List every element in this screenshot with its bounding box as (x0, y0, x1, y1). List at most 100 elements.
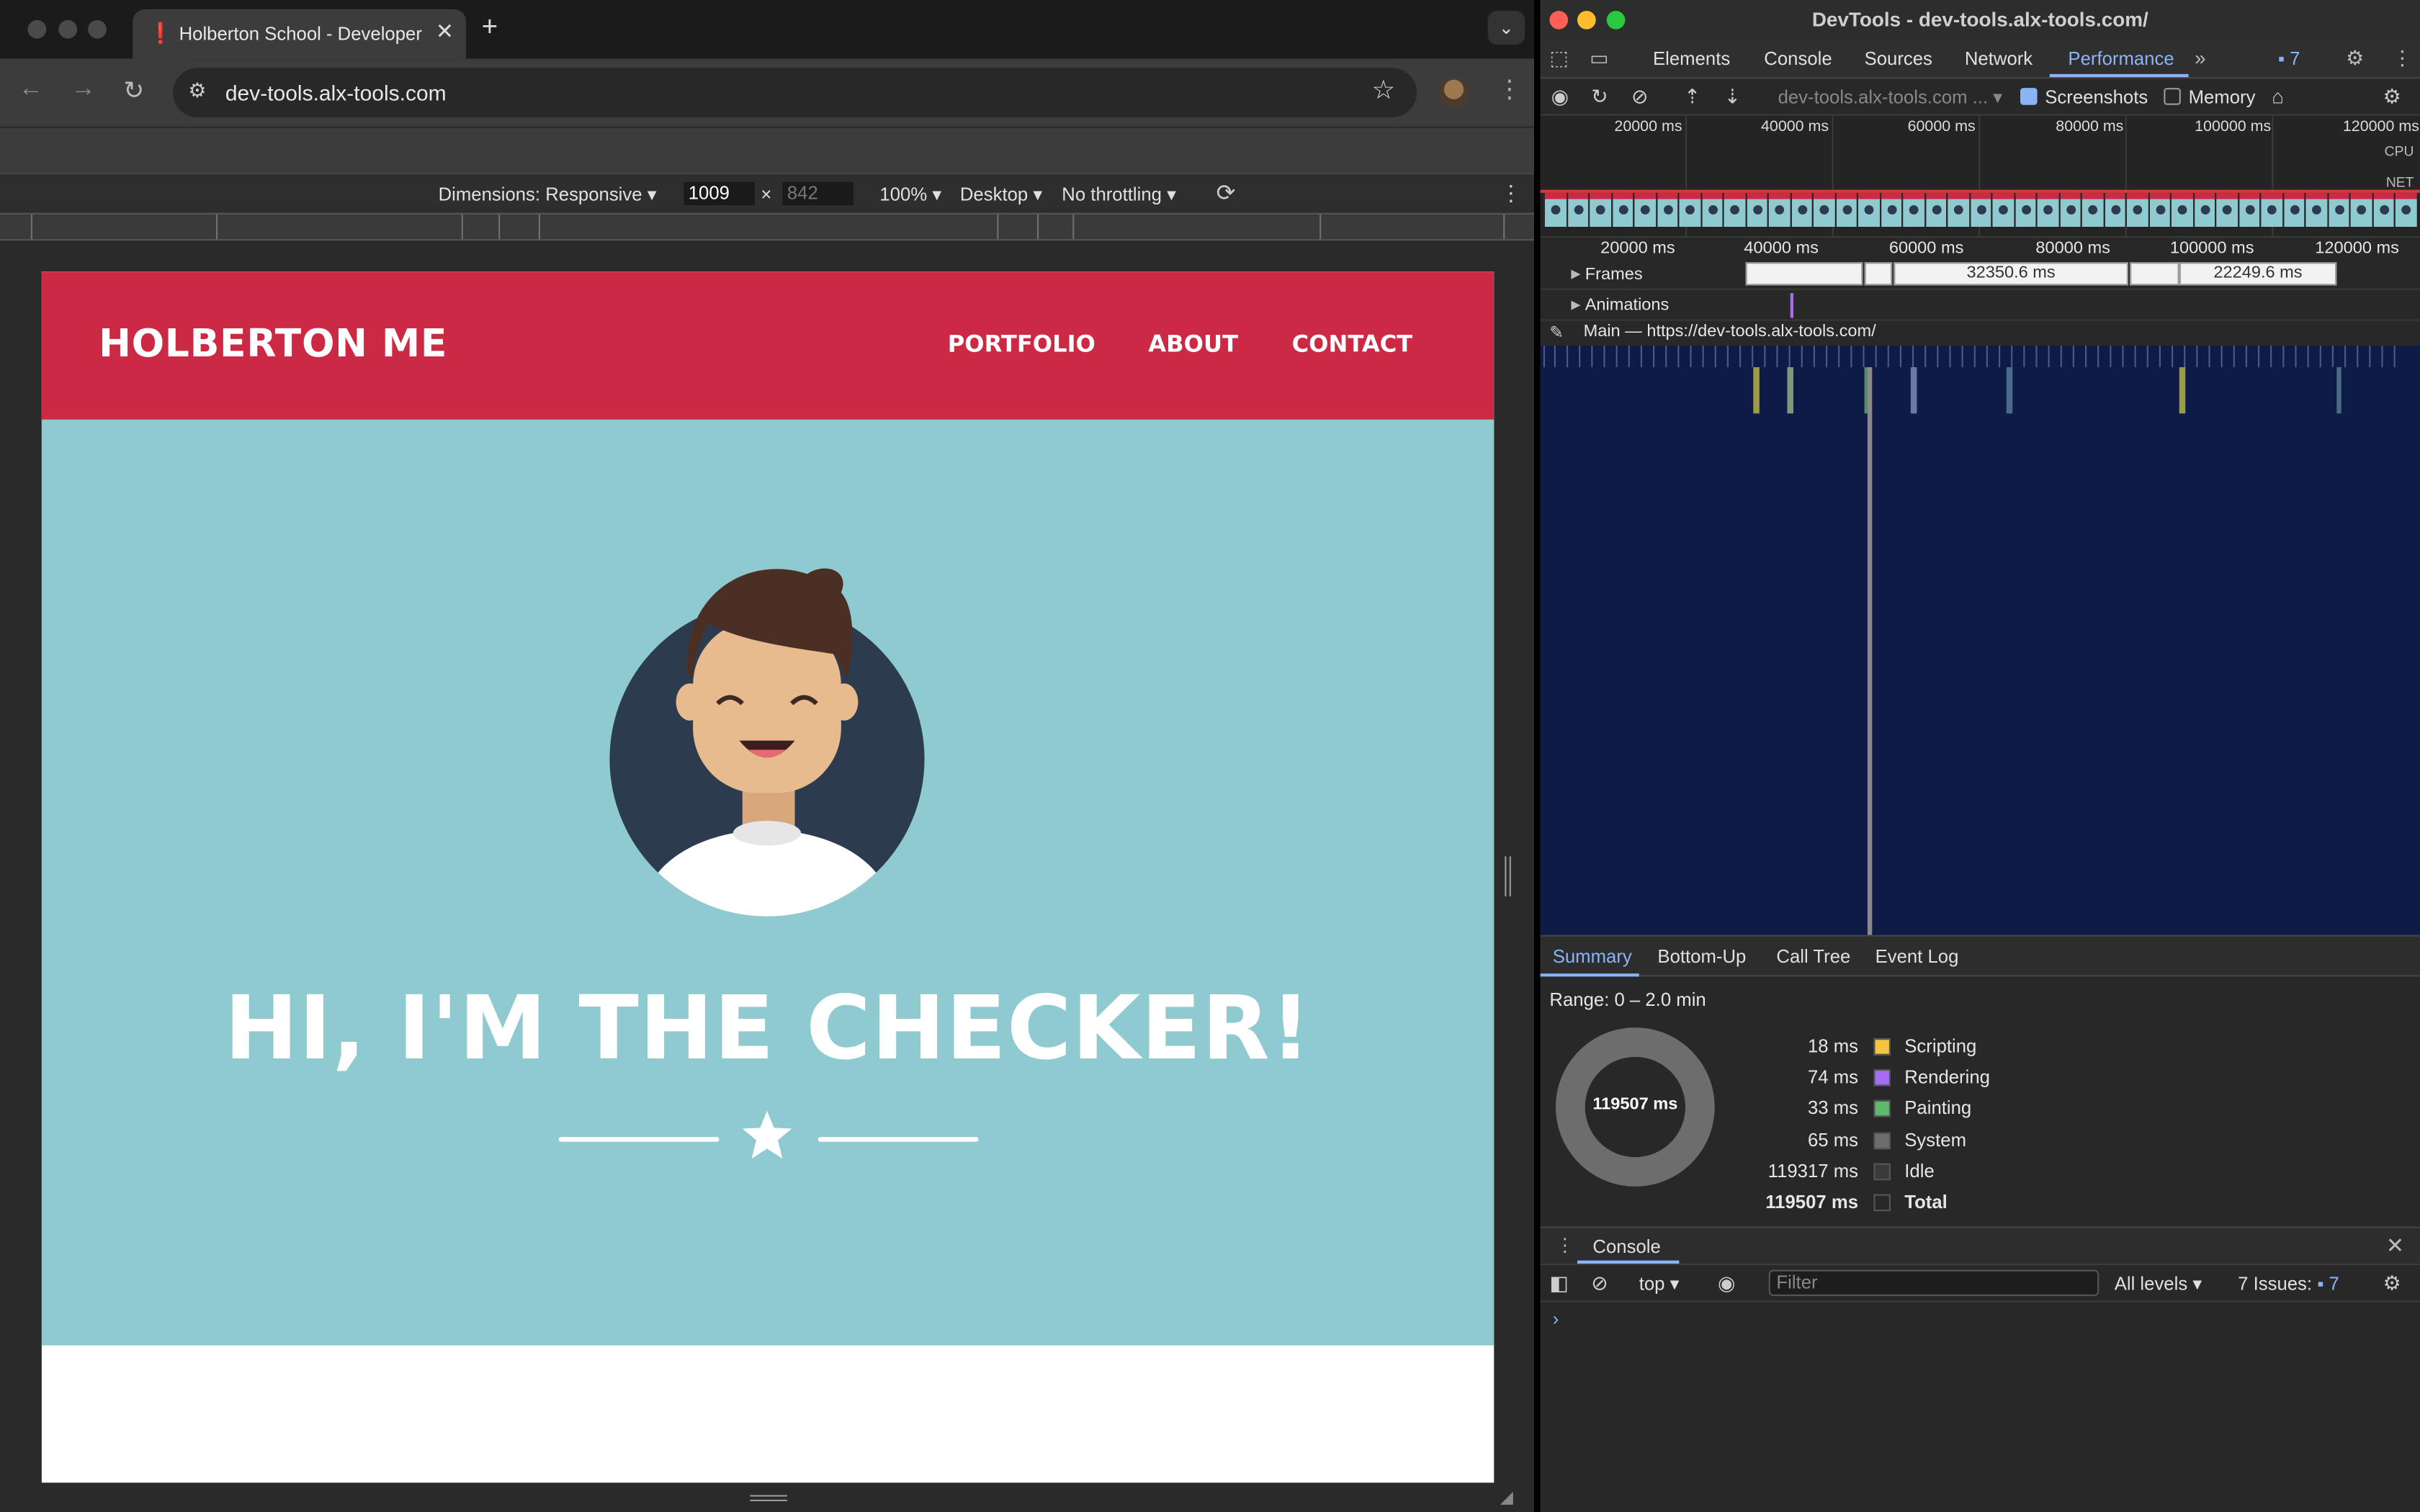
timeline-overview[interactable]: 20000 ms 40000 ms 60000 ms 80000 ms 1000… (1540, 115, 2420, 236)
animations-track[interactable]: ▶ Animations (1540, 289, 2420, 321)
task-stripe[interactable] (1615, 346, 1618, 367)
task-stripe[interactable] (2369, 346, 2371, 367)
task-stripe[interactable] (1863, 346, 1865, 367)
capture-settings-icon[interactable]: ⚙ (2383, 85, 2401, 109)
garbage-collect-icon[interactable]: ⌂ (2272, 85, 2284, 108)
task-block[interactable] (1910, 366, 1917, 414)
zoom-dropdown[interactable]: 100% ▾ (879, 184, 941, 205)
task-stripe[interactable] (1850, 346, 1852, 367)
sidebar-toggle-icon[interactable]: ◧ (1549, 1272, 1568, 1296)
site-logo[interactable]: HOLBERTON ME (99, 321, 447, 366)
task-stripe[interactable] (2245, 346, 2247, 367)
task-block[interactable] (2006, 366, 2013, 414)
screenshot-thumbnail[interactable] (2304, 192, 2327, 227)
edit-track-icon[interactable]: ✎ (1549, 323, 1564, 343)
more-tabs-icon[interactable]: » (2195, 46, 2206, 69)
task-stripe[interactable] (1702, 346, 1704, 367)
screenshot-thumbnail[interactable] (2058, 192, 2081, 227)
task-stripe[interactable] (1554, 346, 1556, 367)
task-stripe[interactable] (1912, 346, 1914, 367)
task-stripe[interactable] (2110, 346, 2112, 367)
animation-marker[interactable] (1790, 293, 1793, 318)
task-stripe[interactable] (2196, 346, 2198, 367)
tab-event-log[interactable]: Event Log (1876, 946, 1959, 968)
screenshot-thumbnail[interactable] (1543, 192, 1566, 227)
task-stripe[interactable] (2258, 346, 2260, 367)
site-info-icon[interactable]: ⚙ (188, 78, 206, 103)
screenshot-thumbnail[interactable] (2013, 192, 2036, 227)
screenshot-thumbnail[interactable] (2192, 192, 2215, 227)
profile-select[interactable]: dev-tools.alx-tools.com ... ▾ (1778, 86, 2003, 108)
screenshot-thumbnail[interactable] (1767, 192, 1790, 227)
viewport-height-input[interactable]: 842 (782, 181, 853, 205)
task-stripe[interactable] (1826, 346, 1828, 367)
tab-network[interactable]: Network (1965, 48, 2033, 69)
tab-bottom-up[interactable]: Bottom-Up (1657, 946, 1746, 968)
record-icon[interactable]: ◉ (1551, 85, 1569, 109)
frame-block[interactable]: 22249.6 ms (2179, 262, 2337, 286)
device-type-dropdown[interactable]: Desktop ▾ (960, 184, 1042, 205)
task-stripe[interactable] (2172, 346, 2174, 367)
window-zoom-dot[interactable] (88, 19, 107, 39)
screenshots-checkbox[interactable] (2020, 88, 2038, 105)
close-tab-icon[interactable]: ✕ (436, 19, 454, 45)
task-block[interactable] (1867, 366, 1873, 935)
screenshot-thumbnail[interactable] (1834, 192, 1857, 227)
viewport-width-input[interactable]: 1009 (684, 181, 755, 205)
screenshot-thumbnail[interactable] (2259, 192, 2282, 227)
inspect-element-icon[interactable]: ⬚ (1549, 46, 1568, 71)
task-stripe[interactable] (1603, 346, 1605, 367)
task-stripe[interactable] (2159, 346, 2161, 367)
task-stripe[interactable] (2344, 346, 2347, 367)
profile-avatar[interactable] (1438, 77, 1469, 108)
device-toggle-icon[interactable]: ▭ (1590, 46, 1608, 71)
task-stripe[interactable] (1726, 346, 1729, 367)
task-stripe[interactable] (1567, 346, 1569, 367)
screenshot-thumbnail[interactable] (2349, 192, 2372, 227)
expand-triangle-icon[interactable]: ▶ (1571, 298, 1580, 312)
clear-console-icon[interactable]: ⊘ (1591, 1272, 1608, 1296)
task-stripe[interactable] (1973, 346, 1976, 367)
screenshot-thumbnail[interactable] (1677, 192, 1700, 227)
task-stripe[interactable] (1665, 346, 1667, 367)
screenshot-filmstrip[interactable] (1543, 192, 2417, 227)
screenshot-thumbnail[interactable] (2125, 192, 2148, 227)
task-stripe[interactable] (1764, 346, 1766, 367)
task-stripe[interactable] (2146, 346, 2148, 367)
screenshot-thumbnail[interactable] (1722, 192, 1745, 227)
url-text[interactable]: dev-tools.alx-tools.com (225, 80, 447, 104)
rotate-icon[interactable]: ⟳ (1216, 179, 1236, 207)
screenshot-thumbnail[interactable] (2102, 192, 2125, 227)
task-stripe[interactable] (2331, 346, 2334, 367)
tab-console[interactable]: Console (1764, 48, 1832, 69)
task-stripe[interactable] (1653, 346, 1655, 367)
settings-gear-icon[interactable]: ⚙ (2346, 46, 2364, 71)
task-stripe[interactable] (1714, 346, 1716, 367)
task-stripe[interactable] (2011, 346, 2013, 367)
screenshot-thumbnail[interactable] (1633, 192, 1656, 227)
task-stripe[interactable] (1813, 346, 1815, 367)
devtools-menu-icon[interactable]: ⋮ (2392, 46, 2412, 71)
screenshot-thumbnail[interactable] (1655, 192, 1678, 227)
drawer-menu-icon[interactable]: ⋮ (1556, 1234, 1574, 1256)
back-icon[interactable]: ← (19, 76, 43, 104)
reload-icon[interactable]: ↻ (123, 76, 144, 107)
dimensions-dropdown[interactable]: Dimensions: Responsive ▾ (439, 184, 657, 205)
throttling-dropdown[interactable]: No throttling ▾ (1062, 184, 1176, 205)
tab-sources[interactable]: Sources (1865, 48, 1932, 69)
task-stripe[interactable] (2319, 346, 2321, 367)
address-bar[interactable]: ⚙ dev-tools.alx-tools.com ☆ (173, 68, 1417, 117)
device-toolbar-menu-icon[interactable]: ⋮ (1500, 181, 1522, 207)
task-stripe[interactable] (1801, 346, 1803, 367)
task-stripe[interactable] (1628, 346, 1630, 367)
upload-profile-icon[interactable]: ⇡ (1684, 85, 1700, 109)
screenshot-thumbnail[interactable] (2237, 192, 2260, 227)
console-drawer-tab[interactable]: Console (1592, 1236, 1660, 1257)
clear-icon[interactable]: ⊘ (1631, 85, 1648, 109)
screenshot-thumbnail[interactable] (1789, 192, 1812, 227)
close-drawer-icon[interactable]: ✕ (2386, 1233, 2404, 1259)
task-stripe[interactable] (2097, 346, 2099, 367)
screenshot-thumbnail[interactable] (2393, 192, 2416, 227)
tab-search-icon[interactable]: ⌄ (1487, 11, 1525, 45)
task-stripe[interactable] (2085, 346, 2087, 367)
